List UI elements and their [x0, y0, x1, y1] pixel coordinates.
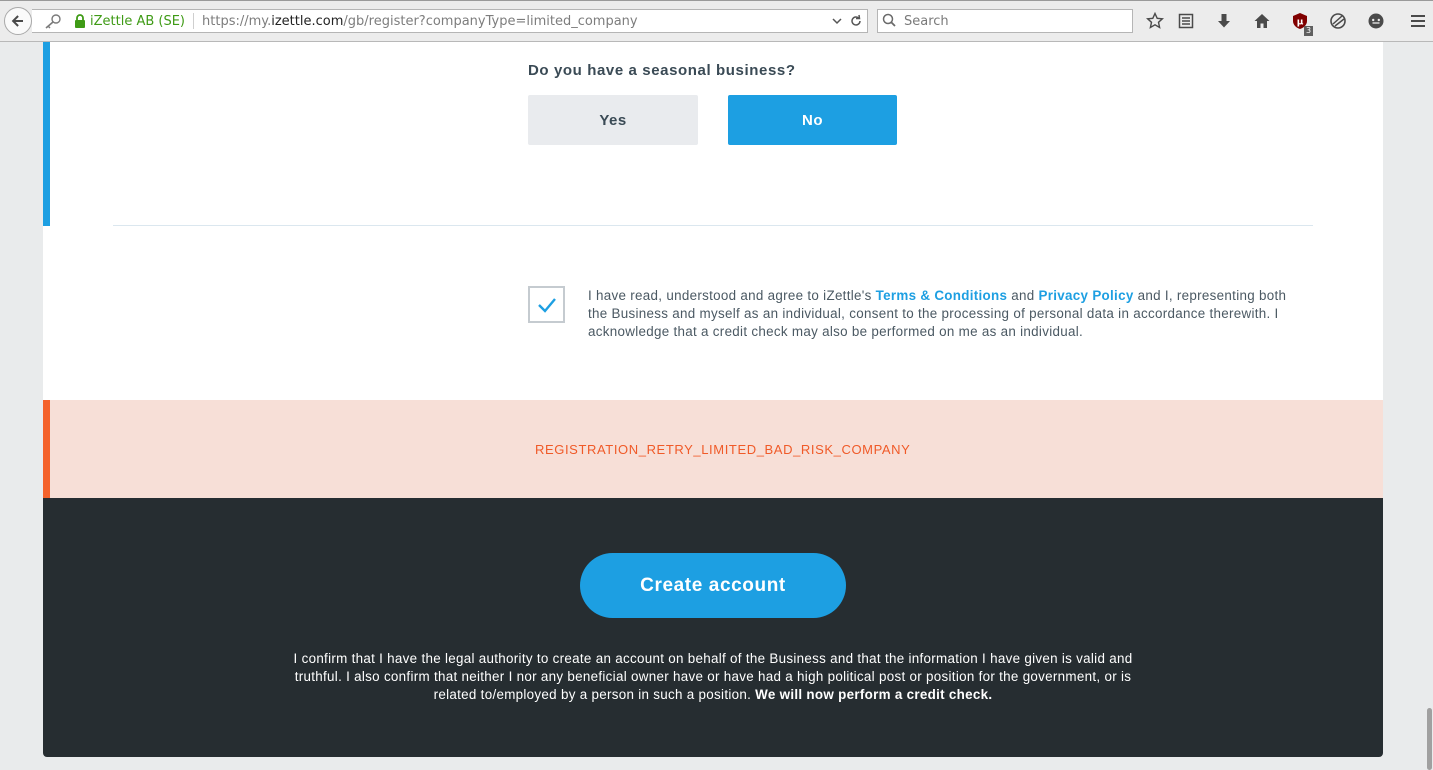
reading-list-icon[interactable] [1176, 11, 1196, 31]
error-accent-bar [43, 400, 50, 498]
tab-strip-edge [0, 0, 1433, 1]
consent-text: I have read, understood and agree to iZe… [588, 287, 1298, 341]
legal-text: I confirm that I have the legal authorit… [293, 651, 1133, 702]
seasonal-yes-button[interactable]: Yes [528, 95, 698, 145]
seasonal-no-button[interactable]: No [728, 95, 897, 145]
section-accent-bar [43, 42, 50, 226]
search-icon [882, 13, 896, 27]
page-scrollbar-thumb[interactable] [1427, 708, 1432, 770]
consent-text-part1: I have read, understood and agree to iZe… [588, 288, 876, 303]
section-divider [113, 225, 1313, 226]
menu-icon[interactable] [1408, 11, 1428, 31]
credit-check-notice: We will now perform a credit check. [755, 687, 993, 702]
terms-conditions-link[interactable]: Terms & Conditions [876, 288, 1008, 303]
reload-icon[interactable] [849, 14, 863, 28]
lock-icon [75, 14, 85, 28]
site-identity[interactable]: iZettle AB (SE) [32, 13, 185, 29]
ublock-badge: 3 [1304, 26, 1314, 36]
url-path: /gb/register?companyType=limited_company [343, 13, 638, 29]
key-icon [45, 14, 61, 29]
extension-icon[interactable] [1328, 11, 1348, 31]
back-button[interactable] [4, 7, 32, 35]
consent-text-and: and [1007, 288, 1039, 303]
url-prefix: https://my. [202, 13, 272, 29]
url-separator [193, 13, 195, 29]
seasonal-business-question: Do you have a seasonal business? [528, 62, 796, 79]
url-text[interactable]: https://my.izettle.com/gb/register?compa… [202, 14, 831, 29]
create-account-button[interactable]: Create account [580, 553, 846, 618]
search-input[interactable] [902, 12, 1126, 30]
url-bar[interactable]: iZettle AB (SE) https://my.izettle.com/g… [32, 9, 868, 33]
svg-text:µ: µ [1297, 18, 1304, 28]
page-scrollbar[interactable] [1424, 42, 1433, 770]
bookmark-star-icon[interactable] [1145, 11, 1165, 31]
registration-form-card [43, 42, 1383, 400]
chat-icon[interactable] [1366, 11, 1386, 31]
url-domain: izettle.com [271, 13, 344, 29]
legal-confirmation-text: I confirm that I have the legal authorit… [278, 650, 1148, 704]
browser-toolbar: iZettle AB (SE) https://my.izettle.com/g… [0, 0, 1433, 42]
download-icon[interactable] [1214, 11, 1234, 31]
error-message: REGISTRATION_RETRY_LIMITED_BAD_RISK_COMP… [535, 442, 911, 457]
search-bar[interactable] [877, 9, 1133, 33]
arrow-left-icon [11, 15, 23, 27]
terms-consent-checkbox[interactable] [528, 286, 565, 323]
checkmark-icon [537, 297, 556, 313]
privacy-policy-link[interactable]: Privacy Policy [1039, 288, 1134, 303]
home-icon[interactable] [1252, 11, 1272, 31]
site-identity-label: iZettle AB (SE) [90, 13, 186, 29]
submit-footer [43, 498, 1383, 757]
chevron-down-icon[interactable] [831, 15, 843, 27]
